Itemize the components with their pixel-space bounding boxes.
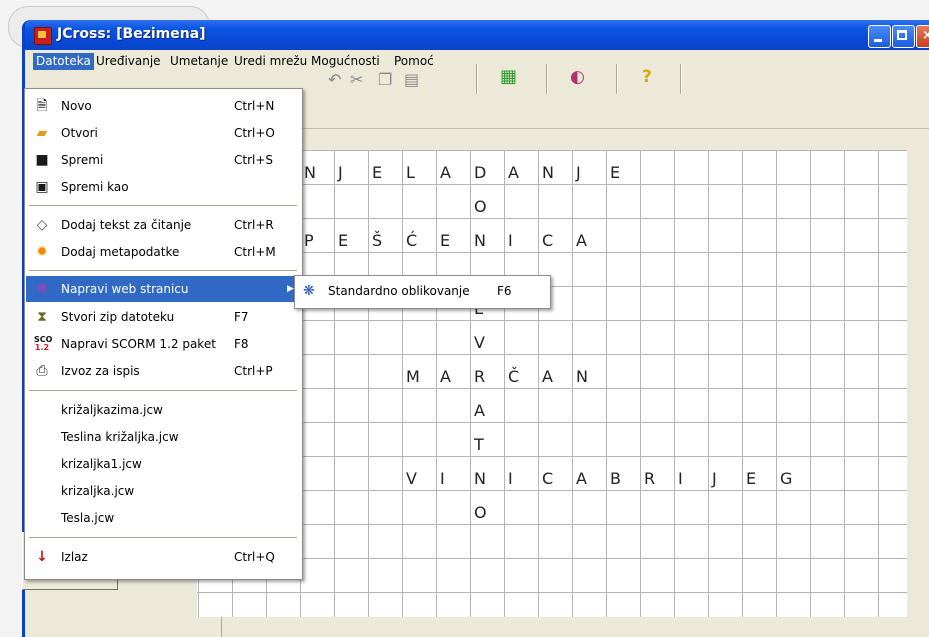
- cut-icon[interactable]: ✂: [350, 70, 363, 89]
- new-file-icon: 🗎: [36, 98, 48, 114]
- save-disk-icon: ■: [35, 152, 49, 168]
- submenu-arrow-icon: ▶: [287, 284, 294, 294]
- maximize-icon: [897, 30, 907, 40]
- metadata-icon: ✹: [36, 244, 48, 260]
- menu-item-spremi[interactable]: ■ Spremi Ctrl+S: [26, 147, 300, 173]
- menu-separator: [29, 205, 297, 206]
- menu-item-dodaj-metapodatke[interactable]: ✹ Dodaj metapodatke Ctrl+M: [26, 239, 300, 265]
- menu-uredivanje[interactable]: Uređivanje: [93, 53, 164, 70]
- app-icon: [34, 27, 52, 45]
- submenu-item-standardno[interactable]: Standardno oblikovanje: [328, 284, 470, 298]
- toolbar-separator: [680, 64, 682, 94]
- close-icon: ×: [922, 28, 929, 43]
- menu-item-izvoz[interactable]: ⎙ Izvoz za ispis Ctrl+P: [26, 358, 300, 384]
- close-button[interactable]: ×: [916, 25, 929, 48]
- grid-icon[interactable]: ▦: [500, 66, 517, 87]
- scorm-icon: SCO 1.2: [34, 335, 53, 352]
- help-icon[interactable]: ?: [642, 67, 652, 87]
- recent-file-1[interactable]: križaljkazima.jcw: [26, 397, 300, 423]
- open-folder-icon: ▰: [36, 125, 48, 141]
- menu-item-napravi-web[interactable]: ❋ Napravi web stranicu ▶: [26, 276, 300, 302]
- web-submenu: ❋ Standardno oblikovanje F6: [294, 275, 551, 309]
- toolbar-separator: [476, 64, 478, 94]
- menu-separator: [29, 537, 297, 538]
- menu-item-izlaz[interactable]: ↓ Izlaz Ctrl+Q: [26, 544, 300, 570]
- menu-item-novo[interactable]: 🗎 Novo Ctrl+N: [26, 93, 300, 119]
- print-icon: ⎙: [36, 363, 48, 379]
- minimize-button[interactable]: [868, 25, 891, 48]
- toolbar-separator: [616, 64, 618, 94]
- web-page-icon: ❋: [36, 281, 48, 297]
- recent-file-5[interactable]: Tesla.jcw: [26, 505, 300, 531]
- window-title: JCross: [Bezimena]: [57, 26, 206, 42]
- menu-item-dodaj-tekst[interactable]: ◇ Dodaj tekst za čitanje Ctrl+R: [26, 212, 300, 238]
- save-as-icon: ▣: [35, 179, 49, 195]
- web-standard-icon: ❋: [303, 283, 315, 299]
- menu-separator: [29, 390, 297, 391]
- menu-item-otvori[interactable]: ▰ Otvori Ctrl+O: [26, 120, 300, 146]
- reading-text-icon: ◇: [36, 217, 48, 233]
- recent-file-4[interactable]: krizaljka.jcw: [26, 478, 300, 504]
- paste-icon[interactable]: ▤: [404, 70, 419, 89]
- menu-datoteka[interactable]: Datoteka: [33, 53, 94, 70]
- menu-item-scorm[interactable]: SCO 1.2 Napravi SCORM 1.2 paket F8: [26, 331, 300, 357]
- file-menu: 🗎 Novo Ctrl+N ▰ Otvori Ctrl+O ■ Spremi C…: [24, 88, 303, 580]
- recent-file-3[interactable]: krizaljka1.jcw: [26, 451, 300, 477]
- exit-arrow-icon: ↓: [36, 549, 48, 565]
- toolbar-separator: [546, 64, 548, 94]
- menu-item-spremi-kao[interactable]: ▣ Spremi kao: [26, 174, 300, 200]
- menu-mogucnosti[interactable]: Mogućnosti: [308, 53, 383, 70]
- menu-uredi-mrezu[interactable]: Uredi mrežu: [231, 53, 310, 70]
- menu-umetanje[interactable]: Umetanje: [167, 53, 231, 70]
- menu-item-zip[interactable]: ⧗ Stvori zip datoteku F7: [26, 304, 300, 330]
- minimize-icon: [874, 39, 882, 42]
- submenu-shortcut: F6: [497, 284, 512, 298]
- recent-file-2[interactable]: Teslina križaljka.jcw: [26, 424, 300, 450]
- menu-separator: [29, 270, 297, 271]
- undo-icon[interactable]: ↶: [328, 70, 341, 89]
- zip-icon: ⧗: [37, 309, 47, 325]
- title-bar[interactable]: JCross: [Bezimena] ×: [25, 20, 929, 50]
- copy-icon[interactable]: ❐: [378, 70, 392, 89]
- maximize-button[interactable]: [892, 25, 915, 48]
- menu-pomoc[interactable]: Pomoć: [391, 53, 437, 70]
- crossword-grid[interactable]: [197, 150, 907, 617]
- paint-icon[interactable]: ◐: [570, 67, 585, 87]
